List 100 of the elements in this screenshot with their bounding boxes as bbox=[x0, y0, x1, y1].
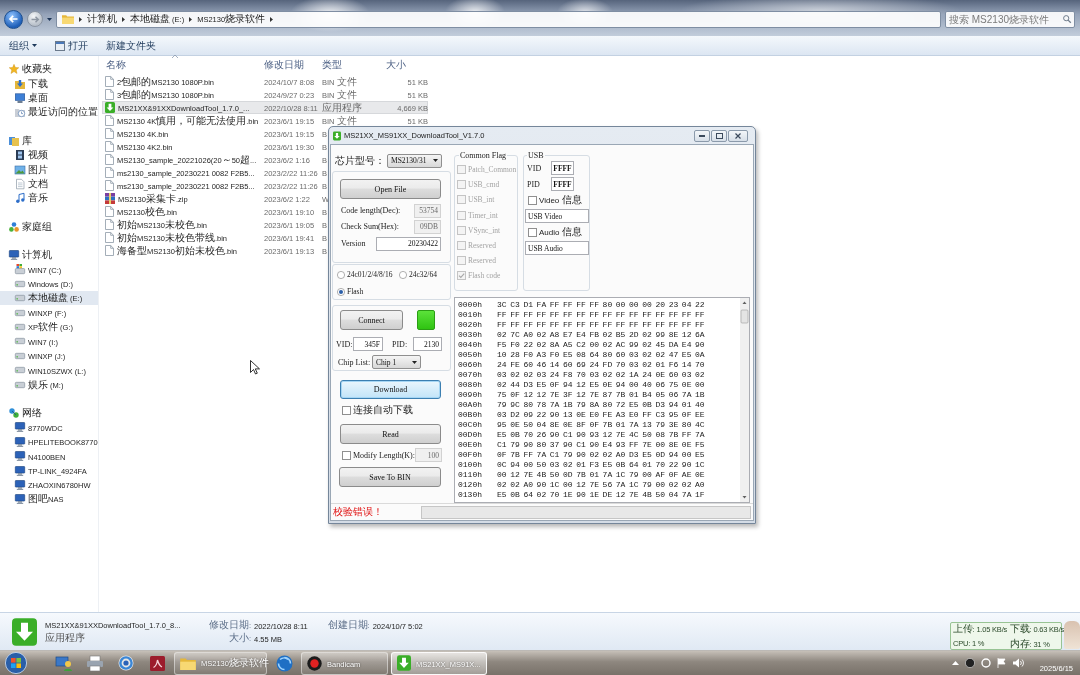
page-icon bbox=[105, 232, 114, 243]
selected-file-type: 应用程序 bbox=[45, 630, 86, 645]
network-icon bbox=[9, 408, 19, 418]
caret-up-icon[interactable] bbox=[951, 661, 959, 665]
homegroup-icon bbox=[9, 221, 19, 232]
column-header[interactable]: 修改日期 bbox=[262, 58, 322, 72]
read-button[interactable]: Read bbox=[340, 424, 441, 444]
desktop-icon bbox=[15, 92, 25, 103]
back-button[interactable] bbox=[4, 9, 23, 29]
drive-icon bbox=[15, 324, 25, 331]
hex-offset: 0090h bbox=[458, 390, 483, 400]
sidebar-item[interactable]: 计算机 bbox=[0, 247, 98, 263]
save-to-bin-button[interactable]: Save To BIN bbox=[339, 467, 441, 487]
minimize-icon bbox=[699, 134, 705, 137]
download-arrow-icon bbox=[397, 655, 411, 671]
close-icon bbox=[735, 132, 741, 139]
caret-down-icon bbox=[433, 159, 438, 162]
page-icon bbox=[105, 128, 114, 139]
page-icon bbox=[105, 245, 114, 256]
computer-user-icon bbox=[56, 655, 72, 671]
dot-icon[interactable] bbox=[964, 658, 975, 668]
scrollbar[interactable] bbox=[740, 298, 749, 502]
hex-offset: 00B0h bbox=[458, 410, 483, 420]
group-title: Common Flag bbox=[459, 151, 507, 160]
hex-bytes: 02 02 A0 90 1C 00 12 7E 56 7A 1C 79 00 02 02 A0 bbox=[497, 480, 705, 490]
ring-icon[interactable] bbox=[980, 658, 991, 668]
column-header[interactable]: 大小 bbox=[386, 58, 428, 72]
start-button[interactable] bbox=[3, 651, 29, 675]
breadcrumb[interactable]: 计算机 bbox=[87, 12, 117, 26]
hex-bytes: C1 79 90 80 37 90 C1 90 E4 93 FF 7E 00 8E 0E F5 bbox=[497, 440, 705, 450]
hex-offset: 0080h bbox=[458, 380, 483, 390]
hex-bytes: 24 FE 60 46 14 60 69 24 FD 70 03 02 01 F6 14 70 bbox=[497, 360, 705, 370]
hex-offset: 0050h bbox=[458, 350, 483, 360]
auto-download-checkbox[interactable]: 连接自动下载 bbox=[342, 404, 413, 416]
sidebar-item[interactable]: 图片 bbox=[0, 162, 98, 177]
caret-down-icon bbox=[47, 17, 52, 21]
chevron-right-icon bbox=[270, 16, 274, 22]
sidebar-item[interactable]: 库 bbox=[0, 133, 98, 148]
printer-icon bbox=[87, 655, 103, 671]
sidebar-item[interactable]: 视频 bbox=[0, 147, 98, 163]
film-icon bbox=[15, 150, 25, 161]
connect-button[interactable]: Connect bbox=[340, 310, 403, 330]
search-field[interactable]: 搜索 MS2130烧录软件 bbox=[945, 10, 1075, 28]
field-label: PID: bbox=[392, 339, 409, 349]
download-arrow-icon bbox=[333, 130, 341, 141]
sidebar-item[interactable]: 音乐 bbox=[0, 191, 98, 206]
toolbar-button[interactable]: 组织 bbox=[7, 37, 39, 54]
sidebar-item[interactable]: 网络 bbox=[0, 405, 98, 421]
speaker-icon[interactable] bbox=[1012, 658, 1024, 668]
toolbar-button[interactable]: 新建文件夹 bbox=[104, 37, 158, 54]
hex-offset: 0120h bbox=[458, 480, 483, 490]
hex-offset: 0010h bbox=[458, 310, 483, 320]
sidebar-item[interactable]: 最近访问的位置 bbox=[0, 105, 98, 120]
search-icon bbox=[1063, 15, 1071, 23]
usb-info-checkbox[interactable]: Video 信息 bbox=[528, 193, 582, 207]
sidebar-item[interactable]: 文档 bbox=[0, 176, 98, 192]
computer-icon bbox=[15, 451, 25, 462]
hex-bytes: FF FF FF FF FF FF FF FF FF FF FF FF FF FF FF FF bbox=[497, 320, 705, 330]
sidebar-item[interactable]: 桌面 bbox=[0, 90, 98, 106]
usb-info-checkbox[interactable]: Audio 信息 bbox=[528, 225, 582, 239]
sidebar-item[interactable]: 下载 bbox=[0, 76, 98, 91]
minimize-button[interactable] bbox=[694, 129, 710, 142]
drive-icon bbox=[15, 309, 25, 316]
flag-icon[interactable] bbox=[996, 658, 1007, 668]
page-icon bbox=[105, 141, 114, 152]
computer-icon bbox=[15, 494, 25, 505]
folder-icon bbox=[62, 14, 74, 24]
caret-down-icon bbox=[32, 44, 37, 47]
page-icon bbox=[105, 76, 114, 87]
close-button[interactable] bbox=[728, 129, 748, 142]
sidebar-item[interactable]: 收藏夹 bbox=[0, 62, 98, 77]
open-file-button[interactable]: Open File bbox=[340, 179, 441, 199]
toolbar-button[interactable]: 打开 bbox=[53, 37, 90, 54]
hex-offset: 00D0h bbox=[458, 430, 483, 440]
maximize-button[interactable] bbox=[711, 129, 727, 142]
page-icon bbox=[105, 89, 114, 100]
hex-offset: 0020h bbox=[458, 320, 483, 330]
drive-icon bbox=[15, 352, 25, 359]
hex-bytes: 79 9C 80 78 7A 1B 79 8A 80 72 E5 0B D3 94 01 40 bbox=[497, 400, 705, 410]
computer-icon bbox=[15, 479, 25, 490]
field-label: Code length(Dec): bbox=[341, 206, 401, 215]
page-icon bbox=[105, 115, 114, 126]
page-icon bbox=[105, 219, 114, 230]
archive-icon bbox=[105, 193, 115, 204]
download-button[interactable]: Download bbox=[340, 380, 441, 399]
picture-icon bbox=[15, 164, 25, 175]
swirl-icon bbox=[275, 654, 293, 672]
hex-offset: 00F0h bbox=[458, 450, 483, 460]
hex-offset: 0130h bbox=[458, 490, 483, 500]
chip-model-label: 芯片型号： bbox=[335, 153, 385, 168]
hex-bytes: 02 44 D3 E5 0F 94 12 E5 0E 94 00 40 06 75 0E 00 bbox=[497, 380, 705, 390]
drive-icon bbox=[15, 381, 25, 388]
column-header[interactable]: 名称 bbox=[102, 58, 262, 72]
modify-length-checkbox[interactable]: Modify Length(K): bbox=[342, 448, 415, 462]
forward-button[interactable] bbox=[27, 11, 43, 27]
hex-offset: 0100h bbox=[458, 460, 483, 470]
maximize-icon bbox=[715, 132, 723, 139]
drive-icon bbox=[15, 367, 25, 374]
sidebar-item[interactable]: 家庭组 bbox=[0, 219, 98, 234]
column-header[interactable]: 类型 bbox=[322, 58, 386, 72]
